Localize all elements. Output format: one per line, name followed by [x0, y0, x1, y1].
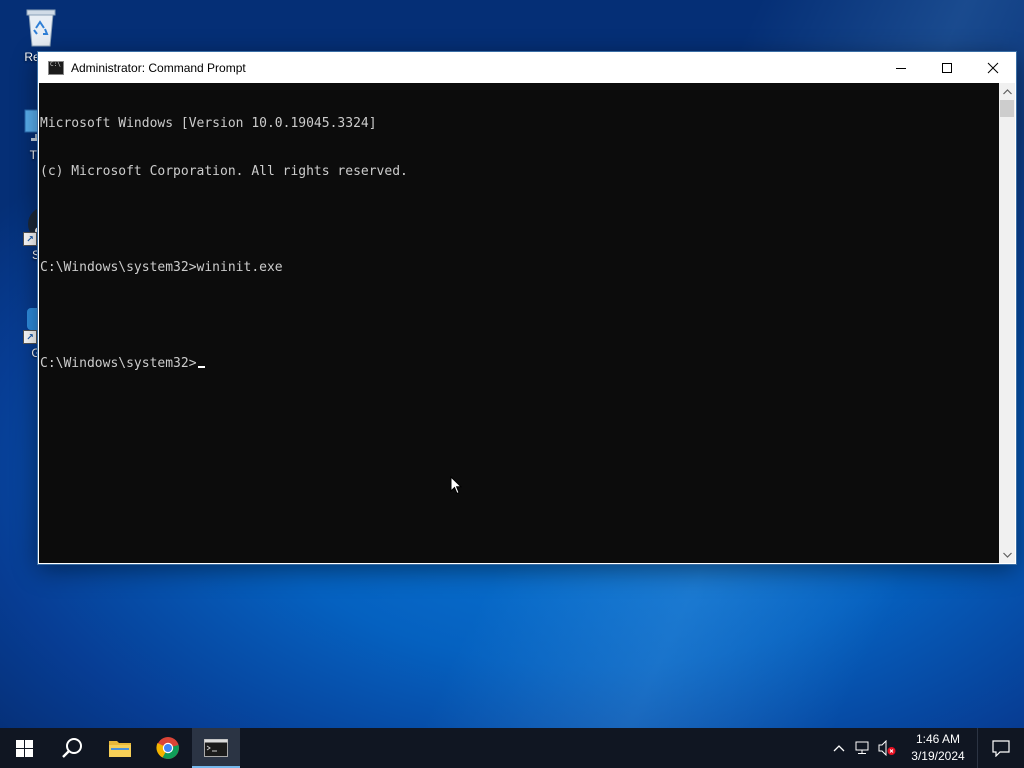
text-cursor — [197, 366, 205, 368]
windows-start-icon — [15, 739, 33, 757]
console-line: (c) Microsoft Corporation. All rights re… — [40, 164, 408, 179]
taskbar-file-explorer[interactable] — [96, 728, 144, 768]
system-tray: 1:46 AM 3/19/2024 — [827, 728, 1024, 768]
scroll-down-button[interactable] — [999, 546, 1015, 563]
chrome-icon — [156, 737, 179, 759]
network-icon — [855, 741, 869, 754]
command-prompt-icon — [204, 739, 228, 757]
window-title: Administrator: Command Prompt — [71, 60, 246, 75]
notification-icon — [992, 739, 1010, 757]
taskbar-chrome[interactable] — [144, 728, 192, 768]
taskbar-command-prompt[interactable] — [192, 728, 240, 768]
minimize-icon — [896, 67, 906, 69]
file-explorer-icon — [109, 741, 131, 757]
minimize-button[interactable] — [878, 52, 924, 83]
maximize-button[interactable] — [924, 52, 970, 83]
taskbar-clock[interactable]: 1:46 AM 3/19/2024 — [903, 731, 973, 765]
mouse-pointer-icon — [450, 476, 462, 495]
volume-button[interactable] — [875, 728, 899, 768]
recycle-bin-icon — [21, 6, 61, 47]
scrollbar-thumb[interactable] — [1000, 100, 1014, 117]
close-icon — [987, 62, 999, 73]
taskbar: 1:46 AM 3/19/2024 — [0, 728, 1024, 768]
console-line: C:\Windows\system32>wininit.exe — [40, 260, 283, 275]
command-prompt-icon — [48, 60, 64, 75]
vertical-scrollbar[interactable] — [999, 83, 1015, 563]
chevron-up-icon — [833, 745, 845, 752]
console-prompt-line[interactable]: C:\Windows\system32> — [40, 356, 999, 372]
chevron-down-icon — [1002, 552, 1012, 558]
console-prompt: C:\Windows\system32> — [40, 356, 197, 371]
command-prompt-window[interactable]: Administrator: Command Prompt Microsoft … — [38, 52, 1016, 564]
network-button[interactable] — [851, 728, 875, 768]
search-button[interactable] — [48, 728, 96, 768]
search-icon — [62, 738, 82, 758]
shortcut-arrow-icon: ↗ — [23, 232, 37, 246]
clock-time: 1:46 AM — [915, 732, 961, 746]
close-button[interactable] — [970, 52, 1016, 83]
action-center-button[interactable] — [977, 728, 1024, 768]
chevron-up-icon — [1002, 88, 1012, 94]
console-output[interactable]: Microsoft Windows [Version 10.0.19045.33… — [39, 83, 999, 563]
clock-date: 3/19/2024 — [911, 749, 965, 763]
maximize-icon — [942, 62, 952, 73]
volume-muted-icon — [878, 740, 896, 756]
console-line: Microsoft Windows [Version 10.0.19045.33… — [40, 116, 377, 131]
window-titlebar[interactable]: Administrator: Command Prompt — [38, 52, 1016, 83]
shortcut-arrow-icon: ↗ — [23, 330, 37, 344]
start-button[interactable] — [0, 728, 48, 768]
scroll-up-button[interactable] — [999, 83, 1015, 100]
show-hidden-icons-button[interactable] — [827, 728, 851, 768]
